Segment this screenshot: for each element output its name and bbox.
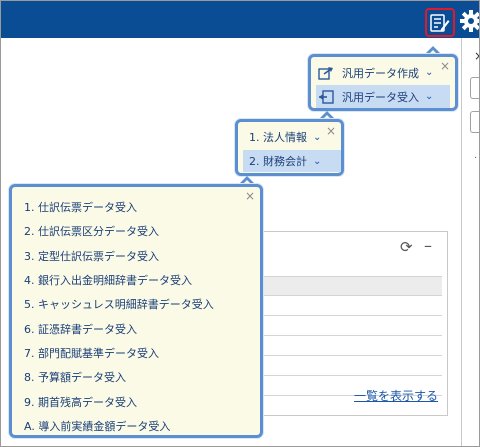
export-icon [316, 66, 336, 80]
list-item[interactable]: 5. キャッシュレス明細辞書データ受入 [24, 292, 214, 316]
menu-item-general-data-import[interactable]: 汎用データ受入 ⌄ [316, 85, 450, 108]
pane-divider [461, 38, 462, 446]
menu-item-financial-accounting[interactable]: 2. 財務会計 ⌄ [243, 150, 341, 172]
menu-item-general-data-create[interactable]: 汎用データ作成 ⌄ [316, 61, 450, 84]
popup-category: × 1. 法人情報 ⌄ 2. 財務会計 ⌄ [235, 119, 344, 176]
chevron-down-icon: ⌄ [313, 155, 322, 167]
close-icon[interactable]: × [245, 189, 255, 203]
app-window: × · ⟳ – 一覧を表示する × [0, 0, 480, 447]
chevron-down-icon: ⌄ [313, 131, 322, 143]
right-panel-field[interactable] [470, 111, 479, 133]
list-item[interactable]: 9. 期首残高データ受入 [24, 389, 214, 413]
top-bar [1, 1, 480, 38]
chevron-down-icon: ⌄ [425, 91, 434, 102]
right-panel-dot: · [474, 153, 478, 164]
refresh-icon[interactable]: ⟳ [400, 240, 413, 255]
menu-item-corporate-info[interactable]: 1. 法人情報 ⌄ [243, 126, 341, 148]
right-panel-field[interactable] [470, 77, 479, 99]
import-icon [316, 89, 336, 104]
show-list-link[interactable]: 一覧を表示する [354, 387, 438, 404]
list-item[interactable]: 2. 仕訳伝票区分データ受入 [24, 219, 214, 243]
popup-import-list: × 1. 仕訳伝票データ受入 2. 仕訳伝票区分データ受入 3. 定型仕訳伝票デ… [9, 184, 263, 438]
list-item[interactable]: 3. 定型仕訳伝票データ受入 [24, 244, 214, 268]
data-list-edit-icon [430, 13, 450, 32]
list-item[interactable]: 1. 仕訳伝票データ受入 [24, 195, 214, 219]
list-item[interactable]: 8. 予算額データ受入 [24, 365, 214, 389]
menu-item-label: 1. 法人情報 [249, 131, 307, 144]
popup-general-data: × 汎用データ作成 ⌄ 汎用データ受入 ⌄ [308, 54, 458, 111]
list-item[interactable]: A. 導入前実績金額データ受入 [24, 414, 214, 438]
data-menu-button[interactable] [425, 8, 455, 37]
list-item[interactable]: 6. 証憑辞書データ受入 [24, 316, 214, 340]
chevron-down-icon: ⌄ [425, 67, 434, 78]
list-item[interactable]: 7. 部門配賦基準データ受入 [24, 341, 214, 365]
list-item[interactable]: 4. 銀行入出金明細辞書データ受入 [24, 268, 214, 292]
menu-item-label: 汎用データ作成 [342, 66, 419, 80]
minimize-icon[interactable]: – [424, 238, 432, 254]
menu-item-label: 汎用データ受入 [342, 90, 419, 104]
menu-item-label: 2. 財務会計 [249, 155, 307, 168]
right-panel-close-icon[interactable]: × [474, 49, 479, 63]
import-list: 1. 仕訳伝票データ受入 2. 仕訳伝票区分データ受入 3. 定型仕訳伝票データ… [24, 195, 214, 438]
gear-icon[interactable] [459, 9, 480, 33]
